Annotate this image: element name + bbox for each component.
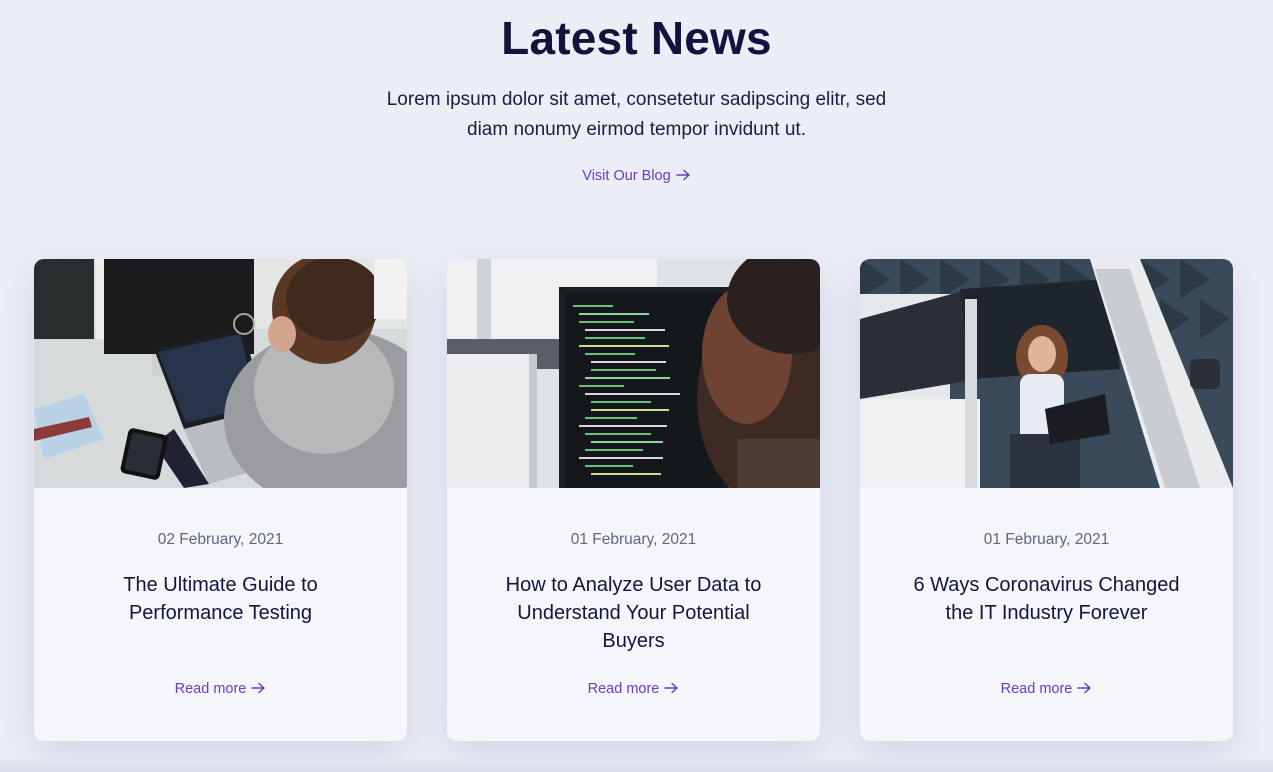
read-more-label: Read more xyxy=(587,681,660,697)
section-bottom-edge xyxy=(0,760,1273,772)
card-title-line: Understand Your Potential xyxy=(517,602,750,624)
read-more-label: Read more xyxy=(174,681,247,697)
card-title[interactable]: The Ultimate Guide to Performance Testin… xyxy=(74,571,367,627)
card-date: 01 February, 2021 xyxy=(983,531,1110,548)
woman-car-laptop-photo[interactable] xyxy=(860,259,1233,488)
read-more-label: Read more xyxy=(1000,681,1073,697)
section-title: Latest News xyxy=(501,12,772,64)
arrow-right-icon xyxy=(675,169,690,180)
man-laptop-photo[interactable] xyxy=(34,259,407,488)
card-title-line: Performance Testing xyxy=(128,602,313,624)
arrow-right-icon xyxy=(1077,682,1092,693)
card-title[interactable]: How to Analyze User Data to Understand Y… xyxy=(487,571,780,655)
card-title-line: the IT Industry Forever xyxy=(945,602,1148,624)
read-more-link[interactable]: Read more xyxy=(860,679,1233,699)
card-title[interactable]: 6 Ways Coronavirus Changed the IT Indust… xyxy=(900,571,1193,627)
card-title-line: 6 Ways Coronavirus Changed xyxy=(913,574,1180,596)
code-monitor-photo[interactable] xyxy=(447,259,820,488)
card-date: 01 February, 2021 xyxy=(570,531,697,548)
card-title-line: Buyers xyxy=(602,630,665,652)
news-card[interactable]: 02 February, 2021 The Ultimate Guide to … xyxy=(34,259,407,741)
section-subtitle: Lorem ipsum dolor sit amet, consetetur s… xyxy=(0,85,1273,145)
arrow-right-icon xyxy=(664,682,679,693)
arrow-right-icon xyxy=(251,682,266,693)
card-title-line: How to Analyze User Data to xyxy=(505,574,762,596)
subtitle-line: diam nonumy eirmod tempor invidunt ut. xyxy=(467,119,806,140)
news-card[interactable]: 01 February, 2021 6 Ways Coronavirus Cha… xyxy=(860,259,1233,741)
visit-blog-label: Visit Our Blog xyxy=(582,168,671,184)
subtitle-line: Lorem ipsum dolor sit amet, consetetur s… xyxy=(386,89,887,110)
read-more-link[interactable]: Read more xyxy=(34,679,407,699)
news-card[interactable]: 01 February, 2021 How to Analyze User Da… xyxy=(447,259,820,741)
visit-blog-link[interactable]: Visit Our Blog xyxy=(0,166,1273,186)
read-more-link[interactable]: Read more xyxy=(447,679,820,699)
card-date: 02 February, 2021 xyxy=(157,531,284,548)
card-title-line: The Ultimate Guide to xyxy=(123,574,318,596)
